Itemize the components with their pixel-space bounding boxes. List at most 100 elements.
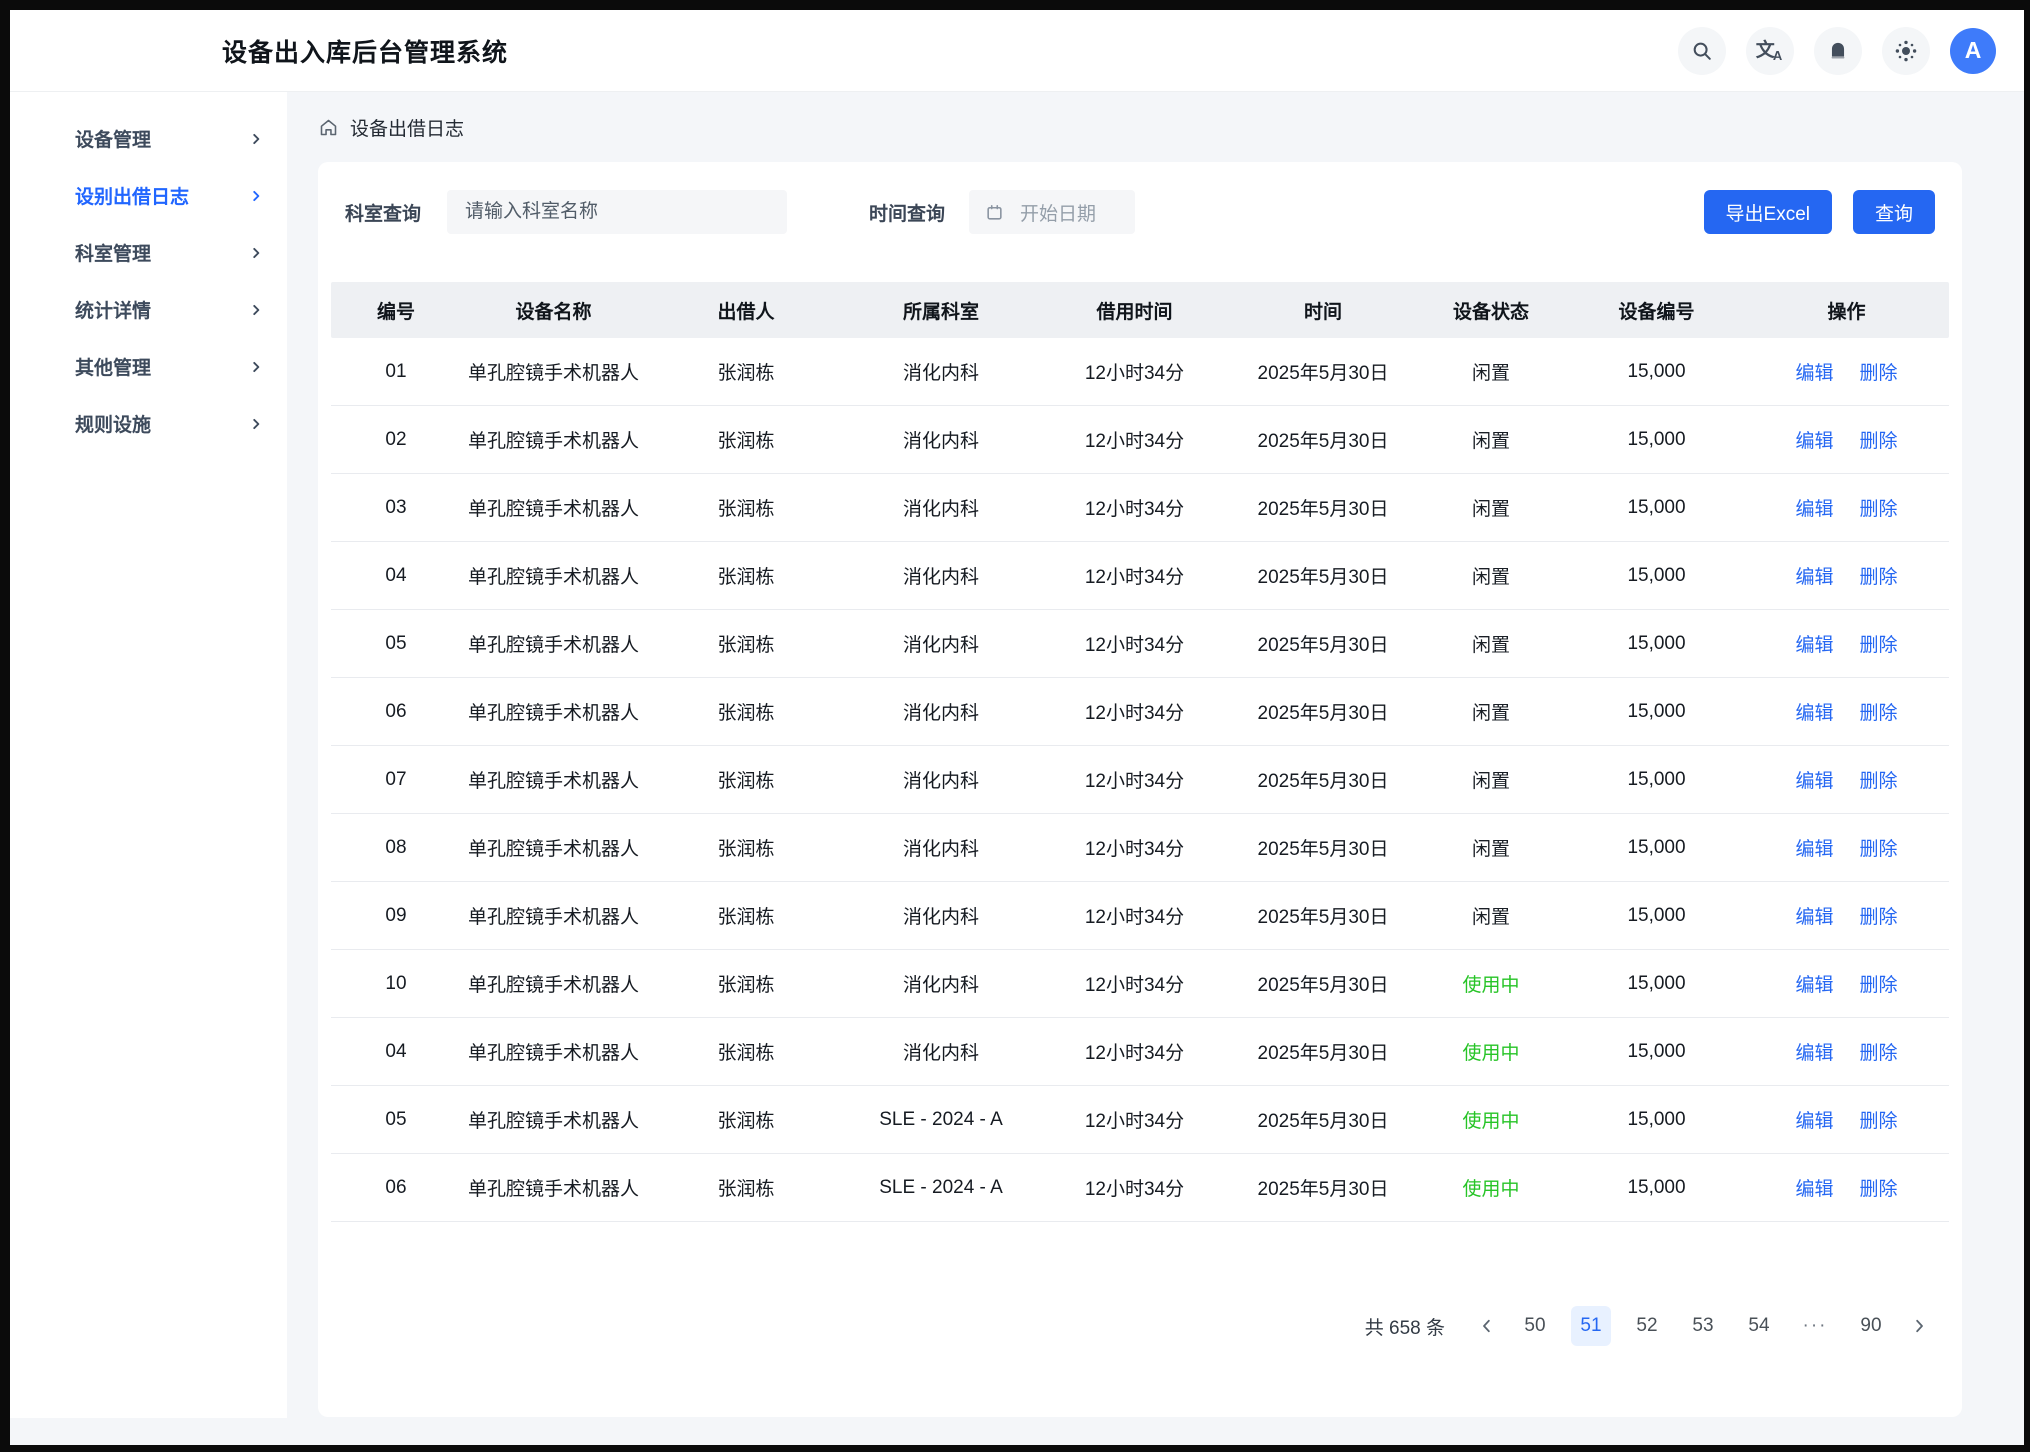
delete-link[interactable]: 删除: [1860, 698, 1898, 725]
edit-link[interactable]: 编辑: [1795, 902, 1833, 929]
content-card: 科室查询 时间查询 开始日期: [318, 162, 1962, 1417]
cell-date: 2025年5月30日: [1233, 1038, 1413, 1065]
table-row: 07 单孔腔镜手术机器人 张润栋 消化内科 12小时34分 2025年5月30日…: [331, 746, 1949, 814]
avatar[interactable]: A: [1950, 28, 1996, 74]
edit-link[interactable]: 编辑: [1795, 698, 1833, 725]
cell-no: 04: [331, 565, 461, 587]
cell-operations: 编辑 删除: [1744, 834, 1949, 861]
cell-device-no: 15,000: [1569, 1109, 1744, 1131]
sidebar-item-统计详情[interactable]: 统计详情: [10, 281, 287, 338]
pagination-page-54[interactable]: 54: [1739, 1306, 1779, 1346]
column-header: 借用时间: [1036, 297, 1233, 324]
cell-borrow-duration: 12小时34分: [1036, 698, 1233, 725]
delete-link[interactable]: 删除: [1860, 1174, 1898, 1201]
pagination: 共 658 条 5051525354···90: [331, 1306, 1949, 1346]
body-row: 设备管理 设别出借日志 科室管理 统计详情 其他管理 规则设施: [10, 92, 2024, 1418]
query-button[interactable]: 查询: [1853, 190, 1935, 234]
notifications-button[interactable]: [1814, 27, 1862, 75]
cell-no: 05: [331, 1109, 461, 1131]
language-button[interactable]: 文A: [1746, 27, 1794, 75]
delete-link[interactable]: 删除: [1860, 902, 1898, 929]
cell-device-no: 15,000: [1569, 837, 1744, 859]
sidebar-item-设备管理[interactable]: 设备管理: [10, 110, 287, 167]
cell-borrower: 张润栋: [646, 630, 846, 657]
start-date-picker[interactable]: 开始日期: [969, 190, 1135, 234]
table-row: 08 单孔腔镜手术机器人 张润栋 消化内科 12小时34分 2025年5月30日…: [331, 814, 1949, 882]
pagination-prev-button[interactable]: [1469, 1306, 1505, 1346]
delete-link[interactable]: 删除: [1860, 970, 1898, 997]
edit-link[interactable]: 编辑: [1795, 630, 1833, 657]
pagination-ellipsis: ···: [1795, 1306, 1835, 1346]
column-header: 设备状态: [1413, 297, 1569, 324]
cell-no: 06: [331, 701, 461, 723]
app-title: 设备出入库后台管理系统: [222, 33, 508, 69]
cell-borrower: 张润栋: [646, 426, 846, 453]
sidebar-item-label: 统计详情: [75, 296, 151, 323]
sidebar-item-设别出借日志[interactable]: 设别出借日志: [10, 167, 287, 224]
pagination-page-51[interactable]: 51: [1571, 1306, 1611, 1346]
cell-date: 2025年5月30日: [1233, 766, 1413, 793]
column-header: 所属科室: [846, 297, 1036, 324]
sidebar-item-label: 设备管理: [75, 125, 151, 152]
table-body: 01 单孔腔镜手术机器人 张润栋 消化内科 12小时34分 2025年5月30日…: [331, 338, 1949, 1222]
search-button[interactable]: [1678, 27, 1726, 75]
cell-device-no: 15,000: [1569, 973, 1744, 995]
top-header: 设备出入库后台管理系统 文A: [10, 10, 2024, 92]
edit-link[interactable]: 编辑: [1795, 426, 1833, 453]
edit-link[interactable]: 编辑: [1795, 358, 1833, 385]
calendar-icon: [985, 203, 1004, 222]
breadcrumb[interactable]: 设备出借日志: [318, 114, 464, 140]
edit-link[interactable]: 编辑: [1795, 1106, 1833, 1133]
delete-link[interactable]: 删除: [1860, 630, 1898, 657]
export-excel-button[interactable]: 导出Excel: [1704, 190, 1832, 234]
edit-link[interactable]: 编辑: [1795, 970, 1833, 997]
cell-device-name: 单孔腔镜手术机器人: [461, 1106, 646, 1133]
cell-device-no: 15,000: [1569, 361, 1744, 383]
cell-borrower: 张润栋: [646, 834, 846, 861]
delete-link[interactable]: 删除: [1860, 426, 1898, 453]
delete-link[interactable]: 删除: [1860, 834, 1898, 861]
cell-device-no: 15,000: [1569, 769, 1744, 791]
delete-link[interactable]: 删除: [1860, 562, 1898, 589]
sidebar-item-其他管理[interactable]: 其他管理: [10, 338, 287, 395]
cell-operations: 编辑 删除: [1744, 766, 1949, 793]
cell-device-name: 单孔腔镜手术机器人: [461, 630, 646, 657]
delete-link[interactable]: 删除: [1860, 1038, 1898, 1065]
edit-link[interactable]: 编辑: [1795, 1038, 1833, 1065]
cell-operations: 编辑 删除: [1744, 1106, 1949, 1133]
table-row: 04 单孔腔镜手术机器人 张润栋 消化内科 12小时34分 2025年5月30日…: [331, 1018, 1949, 1086]
delete-link[interactable]: 删除: [1860, 1106, 1898, 1133]
delete-link[interactable]: 删除: [1860, 358, 1898, 385]
pagination-page-52[interactable]: 52: [1627, 1306, 1667, 1346]
cell-date: 2025年5月30日: [1233, 630, 1413, 657]
pagination-page-50[interactable]: 50: [1515, 1306, 1555, 1346]
cell-status: 闲置: [1413, 494, 1569, 521]
edit-link[interactable]: 编辑: [1795, 834, 1833, 861]
cell-device-no: 15,000: [1569, 1177, 1744, 1199]
cell-no: 05: [331, 633, 461, 655]
edit-link[interactable]: 编辑: [1795, 562, 1833, 589]
table-row: 02 单孔腔镜手术机器人 张润栋 消化内科 12小时34分 2025年5月30日…: [331, 406, 1949, 474]
sidebar-item-规则设施[interactable]: 规则设施: [10, 395, 287, 452]
sidebar-item-科室管理[interactable]: 科室管理: [10, 224, 287, 281]
delete-link[interactable]: 删除: [1860, 494, 1898, 521]
edit-link[interactable]: 编辑: [1795, 1174, 1833, 1201]
cell-no: 08: [331, 837, 461, 859]
chevron-right-icon: [249, 132, 263, 146]
edit-link[interactable]: 编辑: [1795, 766, 1833, 793]
cell-date: 2025年5月30日: [1233, 358, 1413, 385]
cell-borrower: 张润栋: [646, 970, 846, 997]
pagination-next-button[interactable]: [1901, 1306, 1937, 1346]
dept-search-input[interactable]: [447, 190, 787, 234]
table-row: 05 单孔腔镜手术机器人 张润栋 SLE - 2024 - A 12小时34分 …: [331, 1086, 1949, 1154]
cell-department: 消化内科: [846, 562, 1036, 589]
pagination-page-90[interactable]: 90: [1851, 1306, 1891, 1346]
theme-button[interactable]: [1882, 27, 1930, 75]
sidebar-item-label: 其他管理: [75, 353, 151, 380]
edit-link[interactable]: 编辑: [1795, 494, 1833, 521]
cell-operations: 编辑 删除: [1744, 630, 1949, 657]
delete-link[interactable]: 删除: [1860, 766, 1898, 793]
header-actions: 文A: [1678, 27, 1996, 75]
pagination-page-53[interactable]: 53: [1683, 1306, 1723, 1346]
equipment-table: 编号设备名称出借人所属科室借用时间时间设备状态设备编号操作 01 单孔腔镜手术机…: [331, 282, 1949, 1222]
